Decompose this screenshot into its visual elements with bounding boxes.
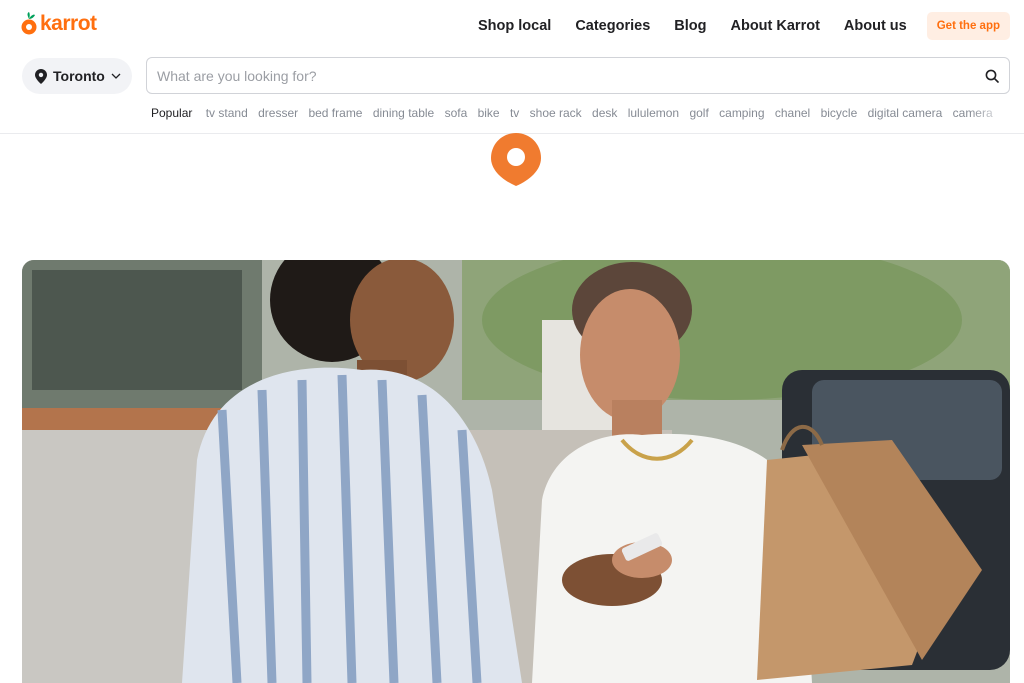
location-label: Toronto: [53, 68, 105, 84]
karrot-logo[interactable]: karrot: [20, 11, 97, 37]
popular-searches: Popular tv stand dresser bed frame dinin…: [151, 106, 1007, 124]
popular-item-bed-frame[interactable]: bed frame: [308, 106, 362, 120]
popular-item-golf[interactable]: golf: [689, 106, 708, 120]
hero-illustration: [22, 260, 1010, 683]
site-header: karrot Shop local Categories Blog About …: [0, 0, 1024, 52]
popular-item-dining-table[interactable]: dining table: [373, 106, 434, 120]
popular-item-digital-camera[interactable]: digital camera: [868, 106, 943, 120]
popular-label: Popular: [151, 106, 193, 120]
nav-link-shop-local[interactable]: Shop local: [478, 18, 551, 34]
search-input[interactable]: [157, 67, 985, 84]
logo-wordmark: karrot: [40, 12, 97, 35]
nav-link-about-us[interactable]: About us: [844, 18, 907, 34]
nav-link-blog[interactable]: Blog: [674, 18, 706, 34]
location-pin-icon: [35, 68, 47, 84]
popular-fade-overlay: [970, 104, 1010, 126]
location-selector[interactable]: Toronto: [22, 58, 132, 94]
popular-item-sofa[interactable]: sofa: [445, 106, 468, 120]
nav-link-about-karrot[interactable]: About Karrot: [730, 18, 819, 34]
popular-item-desk[interactable]: desk: [592, 106, 617, 120]
popular-item-chanel[interactable]: chanel: [775, 106, 810, 120]
popular-item-shoe-rack[interactable]: shoe rack: [530, 106, 582, 120]
get-the-app-button[interactable]: Get the app: [926, 12, 1010, 40]
search-icon[interactable]: [985, 69, 999, 83]
chevron-down-icon: [111, 73, 121, 79]
hero-photo: [22, 260, 1010, 683]
popular-item-camping[interactable]: camping: [719, 106, 764, 120]
orange-location-pin-icon: [490, 133, 542, 192]
popular-item-dresser[interactable]: dresser: [258, 106, 298, 120]
popular-item-bike[interactable]: bike: [478, 106, 500, 120]
carrot-logo-icon: [21, 12, 37, 35]
popular-item-lululemon[interactable]: lululemon: [628, 106, 679, 120]
main-nav: Shop local Categories Blog About Karrot …: [478, 12, 1010, 40]
popular-item-tv[interactable]: tv: [510, 106, 519, 120]
nav-link-categories[interactable]: Categories: [575, 18, 650, 34]
popular-item-bicycle[interactable]: bicycle: [821, 106, 858, 120]
popular-item-tv-stand[interactable]: tv stand: [206, 106, 248, 120]
search-bar: [146, 57, 1010, 94]
